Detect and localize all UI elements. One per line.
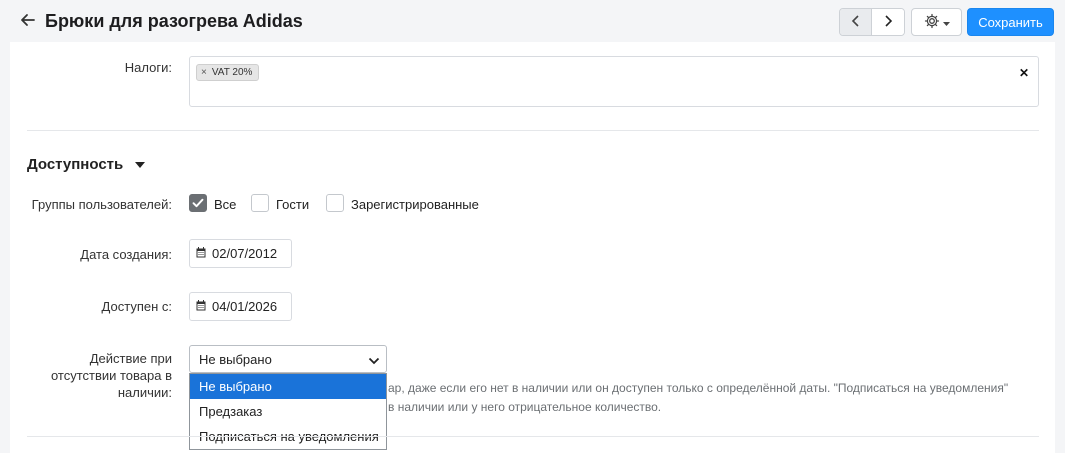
taxes-label: Налоги: — [124, 60, 172, 75]
tax-chip: × VAT 20% — [196, 64, 260, 81]
next-product-button[interactable] — [872, 9, 904, 35]
available-from-input[interactable]: 04/01/2026 — [189, 292, 292, 321]
checkbox-registered-label[interactable]: Зарегистрированные — [351, 197, 479, 212]
product-navigation — [839, 8, 905, 36]
chevron-right-icon — [883, 14, 893, 30]
top-bar: Брюки для разогрева Adidas Сохранить — [0, 0, 1065, 42]
out-of-stock-help-text: ар, даже если его нет в наличии или он д… — [388, 381, 1009, 414]
checkbox-all-label[interactable]: Все — [214, 197, 236, 212]
checkbox-all[interactable] — [189, 194, 207, 212]
close-icon[interactable]: ✕ — [1019, 66, 1029, 80]
calendar-icon — [196, 299, 206, 314]
checkbox-guests-label[interactable]: Гости — [276, 197, 309, 212]
section-divider — [27, 436, 1039, 437]
save-button[interactable]: Сохранить — [967, 8, 1054, 36]
checkbox-registered[interactable] — [326, 194, 344, 212]
section-divider — [27, 130, 1039, 131]
checkbox-guests[interactable] — [251, 194, 269, 212]
out-of-stock-dropdown: Не выбрано Предзаказ Подписаться на увед… — [189, 373, 387, 450]
caret-down-icon — [942, 15, 950, 30]
available-from-label: Доступен с: — [101, 299, 172, 314]
out-of-stock-selected-value: Не выбрано — [199, 351, 272, 367]
settings-menu-button[interactable] — [911, 8, 962, 36]
remove-chip-icon[interactable]: × — [201, 67, 207, 78]
created-date-value: 02/07/2012 — [212, 246, 278, 261]
created-date-label: Дата создания: — [80, 247, 172, 262]
taxes-multiselect[interactable]: × VAT 20% ✕ — [189, 56, 1039, 107]
created-date-input[interactable]: 02/07/2012 — [189, 239, 292, 268]
calendar-icon — [196, 246, 206, 261]
previous-product-button[interactable] — [840, 9, 872, 35]
arrow-left-icon[interactable] — [18, 10, 38, 30]
page-title: Брюки для разогрева Adidas — [45, 11, 303, 31]
chevron-left-icon — [851, 14, 861, 30]
check-icon — [192, 198, 204, 208]
user-groups-label: Группы пользователей: — [31, 197, 172, 212]
gear-icon — [924, 13, 940, 32]
option-not-selected[interactable]: Не выбрано — [190, 374, 386, 399]
out-of-stock-select[interactable]: Не выбрано — [189, 345, 387, 373]
caret-down-icon — [135, 161, 146, 168]
availability-section-toggle[interactable]: Доступность — [27, 156, 146, 173]
tax-chip-label: VAT 20% — [211, 67, 253, 78]
available-from-value: 04/01/2026 — [212, 299, 278, 314]
chevron-down-icon — [368, 354, 380, 369]
section-title: Доступность — [27, 156, 124, 173]
out-of-stock-label: Действие при отсутствии товара в наличии… — [50, 351, 172, 400]
option-preorder[interactable]: Предзаказ — [190, 399, 386, 424]
